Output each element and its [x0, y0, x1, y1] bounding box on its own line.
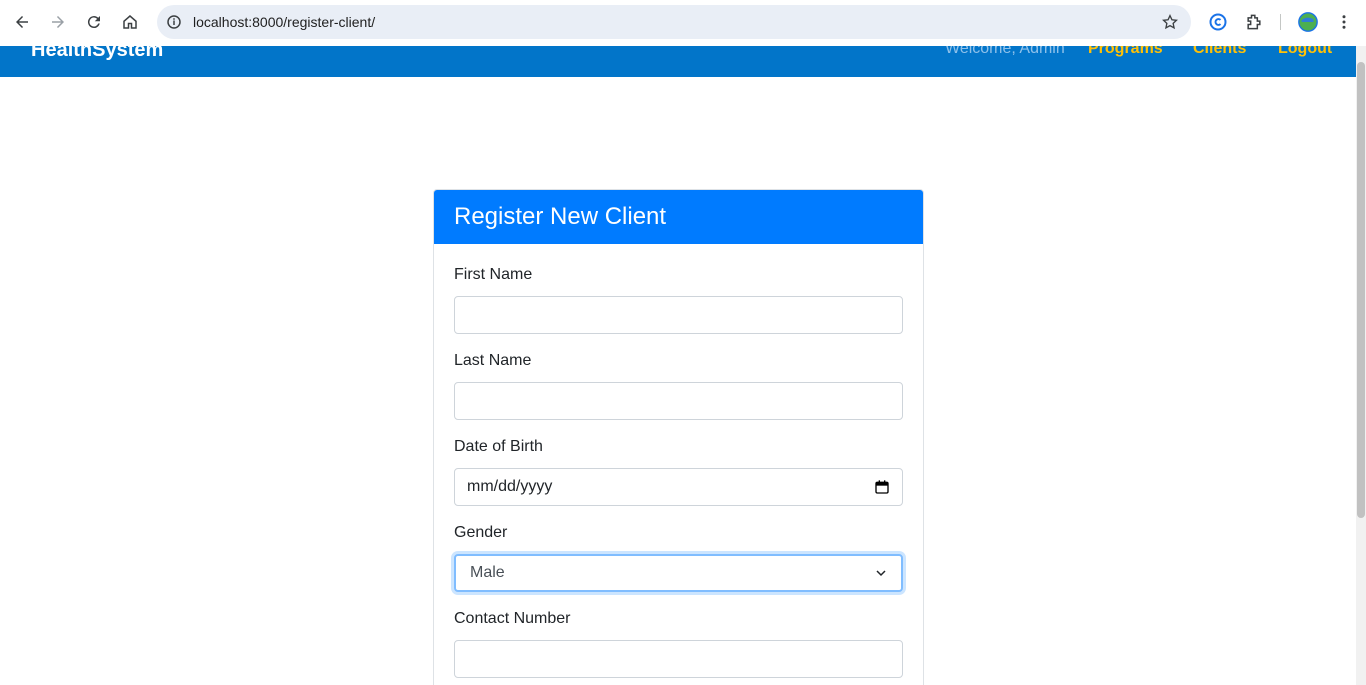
register-client-card: Register New Client First Name Last Name…	[433, 189, 924, 685]
nav-link-clients[interactable]: Clients	[1193, 46, 1246, 58]
browser-chrome: localhost:8000/register-client/	[0, 0, 1366, 46]
gender-label: Gender	[454, 524, 508, 541]
first-name-label: First Name	[454, 266, 533, 283]
info-icon[interactable]	[165, 13, 183, 31]
contact-number-label: Contact Number	[454, 610, 571, 627]
back-button[interactable]	[10, 10, 34, 34]
home-icon	[123, 15, 137, 29]
page-scrollbar-thumb[interactable]	[1357, 62, 1365, 518]
nav-link-programs[interactable]: Programs	[1088, 46, 1163, 58]
arrow-left-icon	[16, 16, 28, 28]
welcome-text: Welcome, Admin	[945, 46, 1065, 57]
dob-placeholder: mm/dd/yyyy	[467, 478, 553, 495]
url-text: localhost:8000/register-client/	[193, 14, 376, 30]
nav-link-logout[interactable]: Logout	[1278, 46, 1332, 58]
calendar-icon[interactable]	[874, 479, 890, 495]
dob-input[interactable]: mm/dd/yyyy	[454, 468, 903, 506]
toolbar-separator	[1280, 14, 1281, 30]
menu-kebab-icon[interactable]	[1332, 10, 1356, 34]
first-name-input[interactable]	[454, 296, 903, 334]
last-name-input[interactable]	[454, 382, 903, 420]
profile-avatar[interactable]	[1296, 10, 1320, 34]
last-name-label: Last Name	[454, 352, 532, 369]
bookmark-star-icon[interactable]	[1161, 13, 1179, 31]
reload-icon	[87, 16, 100, 29]
forward-button[interactable]	[46, 10, 70, 34]
app-navbar: HealthSystem Welcome, Admin Programs Cli…	[0, 46, 1356, 77]
contact-number-input[interactable]	[454, 640, 903, 678]
arrow-right-icon	[52, 16, 64, 28]
card-title: Register New Client	[434, 190, 923, 244]
brand-logo-text[interactable]: HealthSystem	[31, 46, 163, 62]
gender-selected-value: Male	[470, 564, 505, 581]
home-button[interactable]	[118, 10, 142, 34]
copyright-extension-icon[interactable]	[1206, 10, 1230, 34]
extensions-puzzle-icon[interactable]	[1242, 10, 1266, 34]
reload-button[interactable]	[82, 10, 106, 34]
address-bar[interactable]: localhost:8000/register-client/	[157, 5, 1191, 39]
dob-label: Date of Birth	[454, 438, 543, 455]
gender-select[interactable]: Male	[454, 554, 903, 592]
chevron-down-icon	[876, 570, 886, 577]
